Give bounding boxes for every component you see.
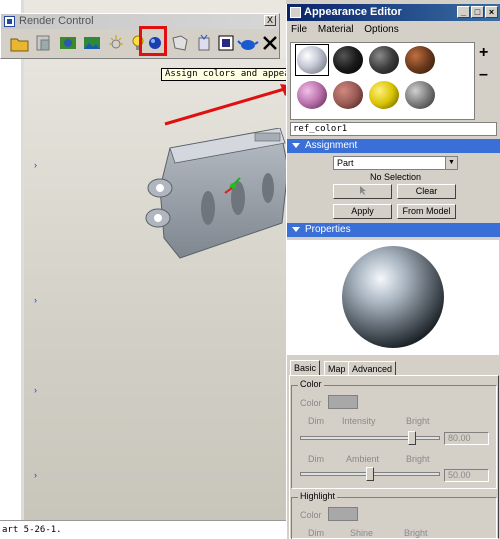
ambient-label: Ambient bbox=[346, 454, 380, 464]
chevron-right-icon[interactable]: › bbox=[34, 160, 37, 170]
swatch[interactable] bbox=[333, 46, 363, 74]
from-model-button[interactable]: From Model bbox=[397, 204, 456, 219]
appearance-editor-titlebar[interactable]: Appearance Editor _ □ × bbox=[287, 4, 500, 21]
annotation-arrow bbox=[164, 84, 295, 126]
dim-label: Dim bbox=[308, 416, 324, 426]
color-swatch-button[interactable] bbox=[328, 395, 358, 409]
dim-label: Dim bbox=[308, 528, 324, 538]
open-folder-icon[interactable] bbox=[9, 32, 31, 54]
highlight-group: Highlight Color Dim Shine Bright bbox=[291, 491, 497, 539]
highlight-group-title: Highlight bbox=[298, 491, 338, 501]
scene-icon[interactable] bbox=[33, 32, 55, 54]
assignment-scope-select[interactable]: Part ▼ bbox=[333, 156, 458, 170]
intensity-field[interactable]: 80.00 bbox=[444, 432, 489, 445]
shine-label: Shine bbox=[350, 528, 374, 538]
bright-label: Bright bbox=[406, 454, 430, 464]
decal-icon[interactable] bbox=[169, 32, 191, 54]
color-label: Color bbox=[300, 398, 322, 408]
properties-header[interactable]: Properties bbox=[287, 223, 500, 237]
swatch[interactable] bbox=[369, 81, 399, 109]
add-button[interactable]: + bbox=[479, 44, 488, 62]
ambient-field[interactable]: 50.00 bbox=[444, 469, 489, 482]
chevron-right-icon[interactable]: › bbox=[34, 295, 37, 305]
appearance-editor-window: Appearance Editor _ □ × File Material Op… bbox=[286, 4, 500, 539]
close-button[interactable]: X bbox=[264, 15, 276, 26]
highlight-box bbox=[139, 26, 167, 56]
menu-material[interactable]: Material bbox=[318, 24, 354, 35]
ambient-slider-thumb[interactable] bbox=[366, 467, 374, 481]
chevron-right-icon[interactable]: › bbox=[34, 385, 37, 395]
bright-label: Bright bbox=[406, 416, 430, 426]
tab-advanced[interactable]: Advanced bbox=[348, 361, 397, 376]
collapse-triangle-icon bbox=[292, 143, 300, 148]
maximize-button[interactable]: □ bbox=[471, 6, 484, 18]
minimize-button[interactable]: _ bbox=[457, 6, 470, 18]
appearance-palette bbox=[290, 42, 475, 120]
cursor-arrow-icon bbox=[359, 186, 366, 195]
material-name-field[interactable]: ref_color1 bbox=[290, 122, 497, 136]
menu-bar: File Material Options bbox=[291, 23, 407, 37]
intensity-slider-thumb[interactable] bbox=[408, 431, 416, 445]
remove-button[interactable]: – bbox=[479, 66, 488, 84]
room-icon[interactable] bbox=[57, 32, 79, 54]
environment-icon[interactable] bbox=[81, 32, 103, 54]
swatch[interactable] bbox=[405, 81, 435, 109]
chevron-down-icon[interactable]: ▼ bbox=[445, 157, 457, 169]
intensity-slider-track[interactable] bbox=[300, 436, 440, 440]
apply-button[interactable]: Apply bbox=[333, 204, 392, 219]
highlight-color-label: Color bbox=[300, 510, 322, 520]
swatch[interactable] bbox=[297, 46, 327, 74]
window-icon bbox=[290, 7, 301, 18]
render-settings-icon[interactable] bbox=[215, 32, 237, 54]
menu-file[interactable]: File bbox=[291, 24, 307, 35]
scope-value: Part bbox=[337, 158, 354, 168]
highlight-color-button[interactable] bbox=[328, 507, 358, 521]
swatch[interactable] bbox=[405, 46, 435, 74]
tab-basic[interactable]: Basic bbox=[290, 360, 321, 376]
chevron-right-icon[interactable]: › bbox=[34, 470, 37, 480]
color-group-title: Color bbox=[298, 379, 324, 389]
swatch[interactable] bbox=[297, 81, 327, 109]
tab-map[interactable]: Map bbox=[324, 361, 350, 376]
part-model[interactable] bbox=[140, 128, 290, 268]
lights-icon[interactable] bbox=[105, 32, 127, 54]
close-button[interactable]: × bbox=[485, 6, 498, 18]
bright-label: Bright bbox=[404, 528, 428, 538]
intensity-label: Intensity bbox=[342, 416, 376, 426]
select-arrow-button[interactable] bbox=[333, 184, 392, 199]
render-control-title: Render Control bbox=[19, 15, 94, 27]
assignment-header-label: Assignment bbox=[305, 140, 358, 151]
swatch[interactable] bbox=[369, 46, 399, 74]
menu-options[interactable]: Options bbox=[364, 24, 398, 35]
collapse-triangle-icon bbox=[292, 227, 300, 232]
clear-button[interactable]: Clear bbox=[397, 184, 456, 199]
appearance-editor-title: Appearance Editor bbox=[304, 6, 402, 18]
render-teapot-icon[interactable] bbox=[237, 32, 259, 54]
dim-label: Dim bbox=[308, 454, 324, 464]
color-group: Color Color Dim Intensity Bright 80.00 D… bbox=[291, 379, 497, 489]
preview-sphere bbox=[342, 246, 444, 348]
close-x-icon[interactable] bbox=[259, 32, 281, 54]
assignment-header[interactable]: Assignment bbox=[287, 139, 500, 153]
status-line: art 5-26-1. bbox=[0, 520, 290, 539]
window-icon bbox=[4, 16, 15, 27]
effects-icon[interactable] bbox=[193, 32, 215, 54]
properties-header-label: Properties bbox=[305, 224, 351, 235]
model-tree-panel bbox=[0, 0, 24, 520]
swatch[interactable] bbox=[333, 81, 363, 109]
selection-status: No Selection bbox=[369, 172, 422, 182]
appearance-preview bbox=[287, 240, 499, 355]
